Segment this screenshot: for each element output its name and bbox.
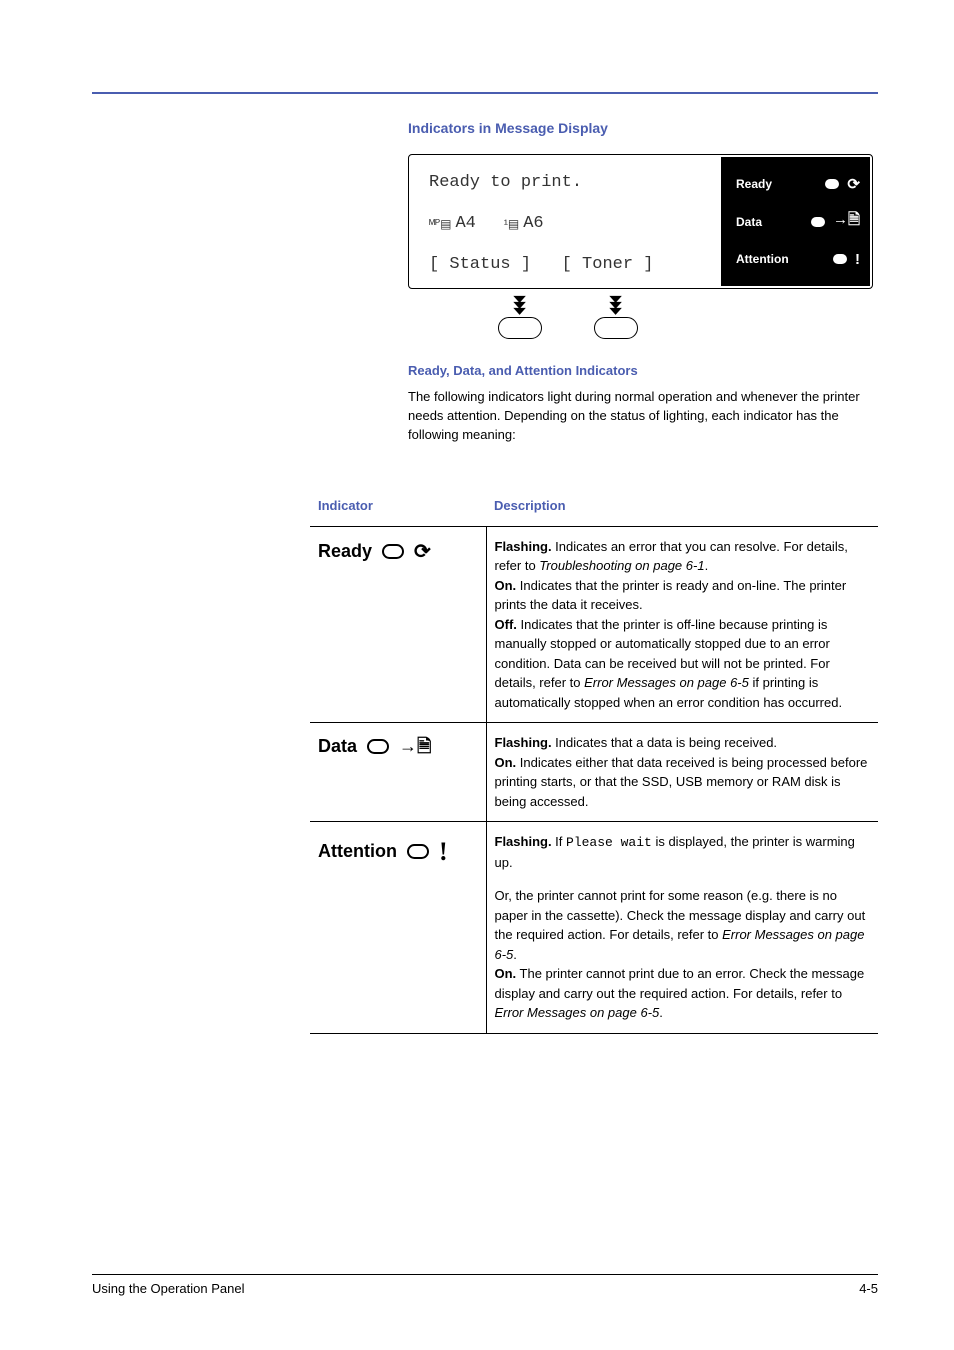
tray-mp: ᴹᴾ▤ A4: [429, 214, 476, 233]
table-row: Attention ! Flashing. If Please wait is …: [310, 822, 878, 1034]
description-cell-data: Flashing. Indicates that a data is being…: [486, 723, 878, 822]
led-row-data: Data →🗎: [732, 209, 860, 234]
cross-ref-link[interactable]: Error Messages on page 6-5: [495, 1005, 660, 1020]
flashing-label: Flashing.: [495, 834, 552, 849]
flashing-label: Flashing.: [495, 735, 552, 750]
led-outline-icon: [382, 544, 404, 559]
text: .: [659, 1005, 663, 1020]
led-data-label: Data: [736, 215, 762, 229]
triangle-down-icon: ▾▾▾: [516, 295, 523, 313]
indicator-table-wrap: Indicator Description Ready ⟳ Flashing. …: [310, 486, 878, 1034]
cross-ref-link[interactable]: Troubleshooting on page 6-1: [539, 558, 704, 573]
power-icon: ⟳: [414, 537, 431, 567]
intro-paragraph: The following indicators light during no…: [408, 388, 878, 445]
document-arrow-icon: →🗎: [833, 209, 860, 234]
led-row-attention: Attention !: [732, 251, 860, 268]
lcd-screen: Ready to print. ᴹᴾ▤ A4 ¹▤ A6 [ Status ] [ …: [411, 157, 722, 286]
code-text: Please wait: [566, 835, 652, 850]
table-row: Ready ⟳ Flashing. Indicates an error tha…: [310, 526, 878, 723]
tray-1: ¹▤ A6: [504, 214, 544, 233]
led-outline-icon: [407, 844, 429, 859]
led-bulb-icon: [833, 254, 847, 264]
tray-mp-size: A4: [455, 214, 475, 233]
indicator-name: Data: [318, 733, 357, 760]
text: .: [513, 947, 517, 962]
led-bulb-icon: [811, 217, 825, 227]
left-softkey: ▾▾▾: [498, 295, 542, 339]
toner-softkey-label: [ Toner ]: [562, 255, 654, 274]
triangle-down-icon: ▾▾▾: [612, 295, 619, 313]
power-icon: ⟳: [847, 175, 860, 193]
description-cell-attention: Flashing. If Please wait is displayed, t…: [486, 822, 878, 1034]
tray-1-icon: ¹▤: [504, 217, 519, 231]
indicator-cell-ready: Ready ⟳: [310, 526, 486, 723]
tray-mp-icon: ᴹᴾ▤: [429, 217, 451, 231]
section-heading: Indicators in Message Display: [408, 120, 878, 136]
led-bulb-icon: [825, 179, 839, 189]
on-label: On.: [495, 755, 517, 770]
exclamation-icon: !: [855, 251, 860, 268]
text: If: [552, 834, 566, 849]
off-label: Off.: [495, 617, 517, 632]
indicator-name: Ready: [318, 538, 372, 565]
indicator-cell-data: Data →🗎: [310, 723, 486, 822]
right-softkey-button[interactable]: [594, 317, 638, 339]
text: Indicates either that data received is b…: [495, 755, 868, 809]
text: Indicates that the printer is ready and …: [495, 578, 847, 613]
speaker-hole-icon: [854, 157, 866, 165]
led-attention-label: Attention: [736, 252, 789, 266]
softkeys: ▾▾▾ ▾▾▾: [498, 295, 873, 339]
text: The printer cannot print due to an error…: [495, 966, 865, 1001]
subsection-heading: Ready, Data, and Attention Indicators: [408, 363, 878, 378]
col-description: Description: [486, 486, 878, 526]
lcd-line-2: ᴹᴾ▤ A4 ¹▤ A6: [429, 214, 711, 233]
description-cell-ready: Flashing. Indicates an error that you ca…: [486, 526, 878, 723]
left-softkey-button[interactable]: [498, 317, 542, 339]
indicator-name: Attention: [318, 838, 397, 865]
cross-ref-link[interactable]: Error Messages on page 6-5: [584, 675, 749, 690]
text: .: [705, 558, 709, 573]
led-ready-label: Ready: [736, 177, 772, 191]
display-figure: Ready to print. ᴹᴾ▤ A4 ¹▤ A6 [ Status ] [ …: [408, 154, 873, 339]
lcd-line-3: [ Status ] [ Toner ]: [429, 255, 711, 274]
footer-title: Using the Operation Panel: [92, 1281, 244, 1296]
led-row-ready: Ready ⟳: [732, 175, 860, 193]
on-label: On.: [495, 966, 517, 981]
header-rule: [92, 92, 878, 94]
indicator-cell-attention: Attention !: [310, 822, 486, 1034]
on-label: On.: [495, 578, 517, 593]
main-content: Indicators in Message Display Ready to p…: [408, 120, 878, 459]
led-panel: Ready ⟳ Data →🗎 Attention !: [722, 157, 870, 286]
tray-1-size: A6: [523, 214, 543, 233]
exclamation-icon: !: [439, 832, 448, 871]
col-indicator: Indicator: [310, 486, 486, 526]
table-header-row: Indicator Description: [310, 486, 878, 526]
text: Indicates that a data is being received.: [552, 735, 777, 750]
flashing-label: Flashing.: [495, 539, 552, 554]
display-bezel: Ready to print. ᴹᴾ▤ A4 ¹▤ A6 [ Status ] [ …: [408, 154, 873, 289]
document-arrow-icon: →🗎: [399, 733, 431, 760]
indicator-table: Indicator Description Ready ⟳ Flashing. …: [310, 486, 878, 1034]
led-outline-icon: [367, 739, 389, 754]
page-number: 4-5: [859, 1281, 878, 1296]
table-row: Data →🗎 Flashing. Indicates that a data …: [310, 723, 878, 822]
lcd-line-1: Ready to print.: [429, 173, 711, 192]
status-softkey-label: [ Status ]: [429, 255, 531, 274]
page-footer: Using the Operation Panel 4-5: [92, 1274, 878, 1296]
right-softkey: ▾▾▾: [594, 295, 638, 339]
